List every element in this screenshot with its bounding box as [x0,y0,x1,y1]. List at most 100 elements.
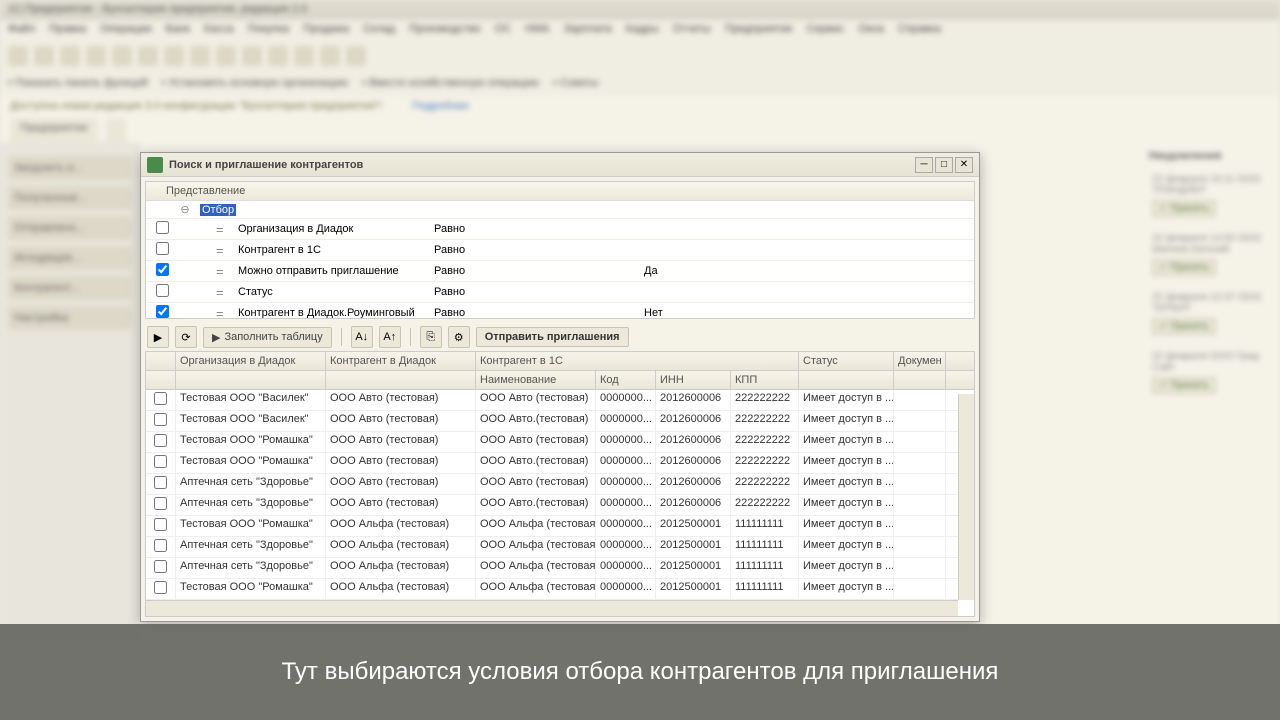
cell-docs [894,537,946,557]
fill-table-button[interactable]: ▶Заполнить таблицу [203,327,332,348]
cell-name: ООО Авто (тестовая) [476,390,596,410]
scrollbar-horizontal[interactable] [146,600,958,616]
notification-item: 22 февраля ООО Град-Сайт✓ Принять [1148,347,1272,398]
filter-checkbox[interactable] [156,284,169,297]
table-row[interactable]: Аптечная сеть "Здоровье" ООО Альфа (тест… [146,537,974,558]
menu-item[interactable]: Правка [49,23,86,39]
menu-item[interactable]: Касса [204,23,234,39]
sort-desc-icon[interactable]: A↑ [379,326,401,348]
notice-link[interactable]: Подробнее [412,100,469,114]
refresh-icon[interactable]: ⟳ [175,326,197,348]
col-docs[interactable]: Докумен за 3 мес [894,352,946,370]
row-checkbox[interactable] [154,476,167,489]
menu-item[interactable]: ОС [495,23,512,39]
filter-checkbox[interactable] [156,221,169,234]
minimize-button[interactable]: ─ [915,157,933,173]
accept-button[interactable]: ✓ Принять [1152,259,1216,276]
equals-icon: = [216,264,234,279]
table-row[interactable]: Тестовая ООО "Ромашка" ООО Авто (тестова… [146,453,974,474]
filter-row[interactable]: = Статус Равно [146,282,974,303]
row-checkbox[interactable] [154,539,167,552]
filter-op: Равно [434,286,644,298]
maximize-button[interactable]: □ [935,157,953,173]
menu-item[interactable]: Отчеты [673,23,711,39]
filter-checkbox[interactable] [156,305,169,318]
toolbar-item[interactable]: ▪ Советы [553,77,598,89]
toolbar-item[interactable]: ▪ Показать панель функций [8,77,148,89]
menu-item[interactable]: Покупка [248,23,290,39]
sort-asc-icon[interactable]: A↓ [351,326,373,348]
row-checkbox[interactable] [154,518,167,531]
row-checkbox[interactable] [154,413,167,426]
cell-docs [894,495,946,515]
filter-name: Статус [234,286,434,298]
menu-item[interactable]: Производство [409,23,481,39]
toolbar-item[interactable]: ▪ Ввести хозяйственную операцию [362,77,539,89]
filter-row[interactable]: = Контрагент в 1С Равно [146,240,974,261]
cell-inn: 2012600006 [656,474,731,494]
cell-kod: 0000000... [596,432,656,452]
table-row[interactable]: Аптечная сеть "Здоровье" ООО Авто (тесто… [146,495,974,516]
col-org[interactable]: Организация в Диадок [176,352,326,370]
filter-row[interactable]: = Контрагент в Диадок.Роуминговый Равно … [146,303,974,319]
table-row[interactable]: Тестовая ООО "Василек" ООО Авто (тестова… [146,411,974,432]
cell-docs [894,453,946,473]
row-checkbox[interactable] [154,455,167,468]
menu-item[interactable]: Окна [858,23,884,39]
cell-kd: ООО Авто (тестовая) [326,453,476,473]
row-checkbox[interactable] [154,434,167,447]
filter-root-row[interactable]: ⊖ Отбор [146,201,974,219]
menu-item[interactable]: Операции [100,23,151,39]
col-inn[interactable]: ИНН [656,371,731,389]
cell-inn: 2012500001 [656,558,731,578]
menu-item[interactable]: Зарплата [564,23,612,39]
settings-icon[interactable]: ⚙ [448,326,470,348]
filter-checkbox[interactable] [156,263,169,276]
table-row[interactable]: Тестовая ООО "Ромашка" ООО Авто (тестова… [146,432,974,453]
row-checkbox[interactable] [154,581,167,594]
table-row[interactable]: Тестовая ООО "Ромашка" ООО Альфа (тестов… [146,516,974,537]
filter-row[interactable]: = Организация в Диадок Равно [146,219,974,240]
col-k1c[interactable]: Контрагент в 1С [476,352,799,370]
menu-item[interactable]: Склад [363,23,395,39]
scrollbar-vertical[interactable] [958,394,974,600]
filter-row[interactable]: = Можно отправить приглашение Равно Да [146,261,974,282]
col-kpp[interactable]: КПП [731,371,799,389]
menu-item[interactable]: Кадры [626,23,659,39]
col-name[interactable]: Наименование [476,371,596,389]
table-row[interactable]: Тестовая ООО "Василек" ООО Авто (тестова… [146,390,974,411]
col-status[interactable]: Статус [799,352,894,370]
row-checkbox[interactable] [154,392,167,405]
menu-item[interactable]: Продажа [303,23,349,39]
menu-item[interactable]: Банк [166,23,190,39]
filter-op: Равно [434,244,644,256]
send-invitations-button[interactable]: Отправить приглашения [476,327,629,347]
play-icon[interactable]: ▶ [147,326,169,348]
menu-item[interactable]: Справка [898,23,941,39]
cell-name: ООО Альфа (тестовая) [476,537,596,557]
toolbar-item[interactable]: ▪ Установить основную организацию [162,77,348,89]
col-kod[interactable]: Код [596,371,656,389]
menu-item[interactable]: Предприятие [725,23,793,39]
collapse-icon[interactable]: ⊖ [174,203,196,216]
cell-name: ООО Альфа (тестовая1) [476,558,596,578]
export-icon[interactable]: ⎘ [420,326,442,348]
dialog-titlebar[interactable]: Поиск и приглашение контрагентов ─ □ ✕ [141,153,979,177]
col-kd[interactable]: Контрагент в Диадок [326,352,476,370]
accept-button[interactable]: ✓ Принять [1152,200,1216,217]
close-button[interactable]: ✕ [955,157,973,173]
table-row[interactable]: Аптечная сеть "Здоровье" ООО Альфа (тест… [146,558,974,579]
table-row[interactable]: Аптечная сеть "Здоровье" ООО Авто (тесто… [146,474,974,495]
row-checkbox[interactable] [154,560,167,573]
menu-item[interactable]: НМА [525,23,549,39]
cell-kpp: 111111111 [731,558,799,578]
cell-org: Аптечная сеть "Здоровье" [176,558,326,578]
accept-button[interactable]: ✓ Принять [1152,318,1216,335]
menu-item[interactable]: Сервис [807,23,845,39]
menu-item[interactable]: Файл [8,23,35,39]
row-checkbox[interactable] [154,497,167,510]
cell-kod: 0000000... [596,495,656,515]
table-row[interactable]: Тестовая ООО "Ромашка" ООО Альфа (тестов… [146,579,974,600]
accept-button[interactable]: ✓ Принять [1152,377,1216,394]
filter-checkbox[interactable] [156,242,169,255]
